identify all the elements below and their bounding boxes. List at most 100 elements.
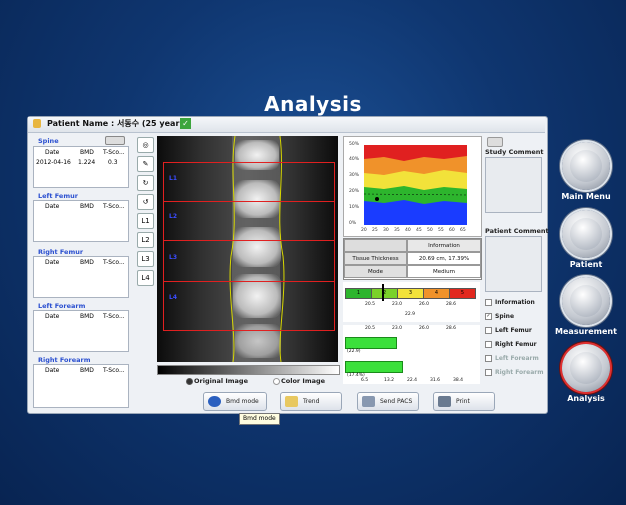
check-information[interactable]: Information	[485, 299, 535, 306]
nav-patient[interactable]	[562, 210, 610, 258]
x-tick: 30	[383, 228, 389, 233]
tool-l2[interactable]: L2	[137, 232, 154, 248]
checkbox[interactable]	[485, 341, 492, 348]
check-label: Spine	[495, 313, 515, 320]
tool-l4[interactable]: L4	[137, 270, 154, 286]
section-title-right-femur: Right Femur	[38, 248, 84, 256]
bmd-mode-button[interactable]: Bmd mode	[203, 392, 267, 411]
col-bmd: BMD	[80, 149, 94, 156]
target-tool-icon[interactable]: ◎	[137, 137, 154, 153]
x-tick: 45	[416, 228, 422, 233]
roi-label-l4: L4	[169, 294, 177, 301]
scanner-icon	[570, 285, 602, 317]
radio-color[interactable]	[273, 378, 280, 385]
col-bmd: BMD	[80, 313, 94, 320]
bar-tick: 20.5	[365, 326, 376, 331]
check-left-femur[interactable]: Left Femur	[485, 327, 532, 334]
patient-comment-field[interactable]	[485, 236, 542, 292]
bmd-mode-icon	[208, 396, 221, 407]
trend-button[interactable]: Trend	[280, 392, 342, 411]
info-table: Information Tissue Thickness 20.69 cm, 1…	[343, 238, 482, 280]
send-pacs-button[interactable]: Send PACS	[357, 392, 419, 411]
roi-box-l1[interactable]	[163, 162, 335, 202]
checkmark-icon[interactable]: ✓	[180, 118, 191, 129]
checkbox[interactable]	[485, 327, 492, 334]
info-corner	[344, 239, 407, 252]
checkbox	[485, 369, 492, 376]
rotate-tool-icon[interactable]: ↻	[137, 175, 154, 191]
send-icon	[362, 396, 375, 407]
info-row2-label: Mode	[344, 265, 407, 278]
edit-comment-button[interactable]	[487, 137, 503, 147]
check-right-forearm: Right Forearm	[485, 369, 543, 376]
tool-l3[interactable]: L3	[137, 251, 154, 267]
grayscale-bar[interactable]	[157, 365, 340, 375]
nav-analysis[interactable]	[562, 344, 610, 392]
patient-comment-title: Patient Comment	[485, 227, 549, 235]
check-label: Left Forearm	[495, 355, 539, 362]
nav-patient-label: Patient	[569, 260, 603, 269]
nav-main-menu-label: Main Menu	[561, 192, 611, 201]
x-tick: 60	[449, 228, 455, 233]
x-tick: 25	[372, 228, 378, 233]
roi-box-l2[interactable]	[163, 201, 335, 241]
nav-analysis-label: Analysis	[567, 394, 605, 403]
scale-segment: 1	[345, 288, 372, 299]
checkbox-checked[interactable]: ✓	[485, 313, 492, 320]
send-pacs-label: Send PACS	[380, 398, 413, 405]
y-tick: 40%	[349, 157, 360, 162]
scale-marker	[382, 284, 384, 301]
x-tick: 50	[427, 228, 433, 233]
col-tscore: T-Sco...	[103, 367, 125, 374]
study-comment-field[interactable]	[485, 157, 542, 213]
xray-image[interactable]: L1 L2 L3 L4	[157, 136, 338, 362]
spine-toggle-button[interactable]	[105, 136, 125, 145]
trend-label: Trend	[303, 398, 320, 405]
y-tick: 10%	[349, 205, 360, 210]
nav-main-menu[interactable]	[562, 142, 610, 190]
reference-chart: 50% 40% 30% 20% 10% 0% 20 25 30 35 40 45…	[343, 136, 482, 237]
col-tscore: T-Sco...	[103, 149, 125, 156]
patient-icon	[570, 218, 602, 250]
x-tick: 55	[438, 228, 444, 233]
y-tick: 50%	[349, 142, 360, 147]
x-tick: 35	[394, 228, 400, 233]
scale-tick: 20.5	[365, 302, 376, 307]
roi-label-l3: L3	[169, 254, 177, 261]
checkbox	[485, 355, 492, 362]
bar-tick: 13.2	[384, 378, 395, 383]
bar-tick: 31.6	[430, 378, 441, 383]
tooltip: Bmd mode	[239, 413, 280, 425]
bar-tick: 23.0	[392, 326, 403, 331]
brush-tool-icon[interactable]: ✎	[137, 156, 154, 172]
bmd-bar	[345, 337, 397, 349]
section-title-left-femur: Left Femur	[38, 192, 78, 200]
check-label: Right Femur	[495, 341, 537, 348]
printer-icon	[438, 396, 451, 407]
check-spine[interactable]: ✓ Spine	[485, 313, 514, 320]
roi-box-l3[interactable]	[163, 240, 335, 282]
col-date: Date	[45, 313, 60, 320]
checkbox[interactable]	[485, 299, 492, 306]
check-right-femur[interactable]: Right Femur	[485, 341, 537, 348]
table-row[interactable]: 2012-04-16	[36, 159, 71, 166]
scale-segment: 5	[449, 288, 476, 299]
bmd-mode-label: Bmd mode	[226, 398, 259, 405]
tool-l1[interactable]: L1	[137, 213, 154, 229]
roi-label-l1: L1	[169, 175, 177, 182]
analysis-pen-icon	[570, 352, 602, 384]
col-date: Date	[45, 149, 60, 156]
bar-tick: 28.6	[446, 326, 457, 331]
study-comment-title: Study Comment	[485, 148, 544, 156]
x-tick: 40	[405, 228, 411, 233]
radio-original[interactable]	[186, 378, 193, 385]
nav-measurement-label: Measurement	[555, 327, 617, 336]
x-tick: 65	[460, 228, 466, 233]
x-tick: 20	[361, 228, 367, 233]
reset-tool-icon[interactable]: ↺	[137, 194, 154, 210]
radio-original-label: Original Image	[194, 377, 248, 385]
roi-box-l4[interactable]	[163, 281, 335, 331]
nav-measurement[interactable]	[562, 277, 610, 325]
print-button[interactable]: Print	[433, 392, 495, 411]
risk-scale: 1 2 3 4 5 20.5 23.0 26.0 28.6 22.9	[343, 282, 480, 322]
